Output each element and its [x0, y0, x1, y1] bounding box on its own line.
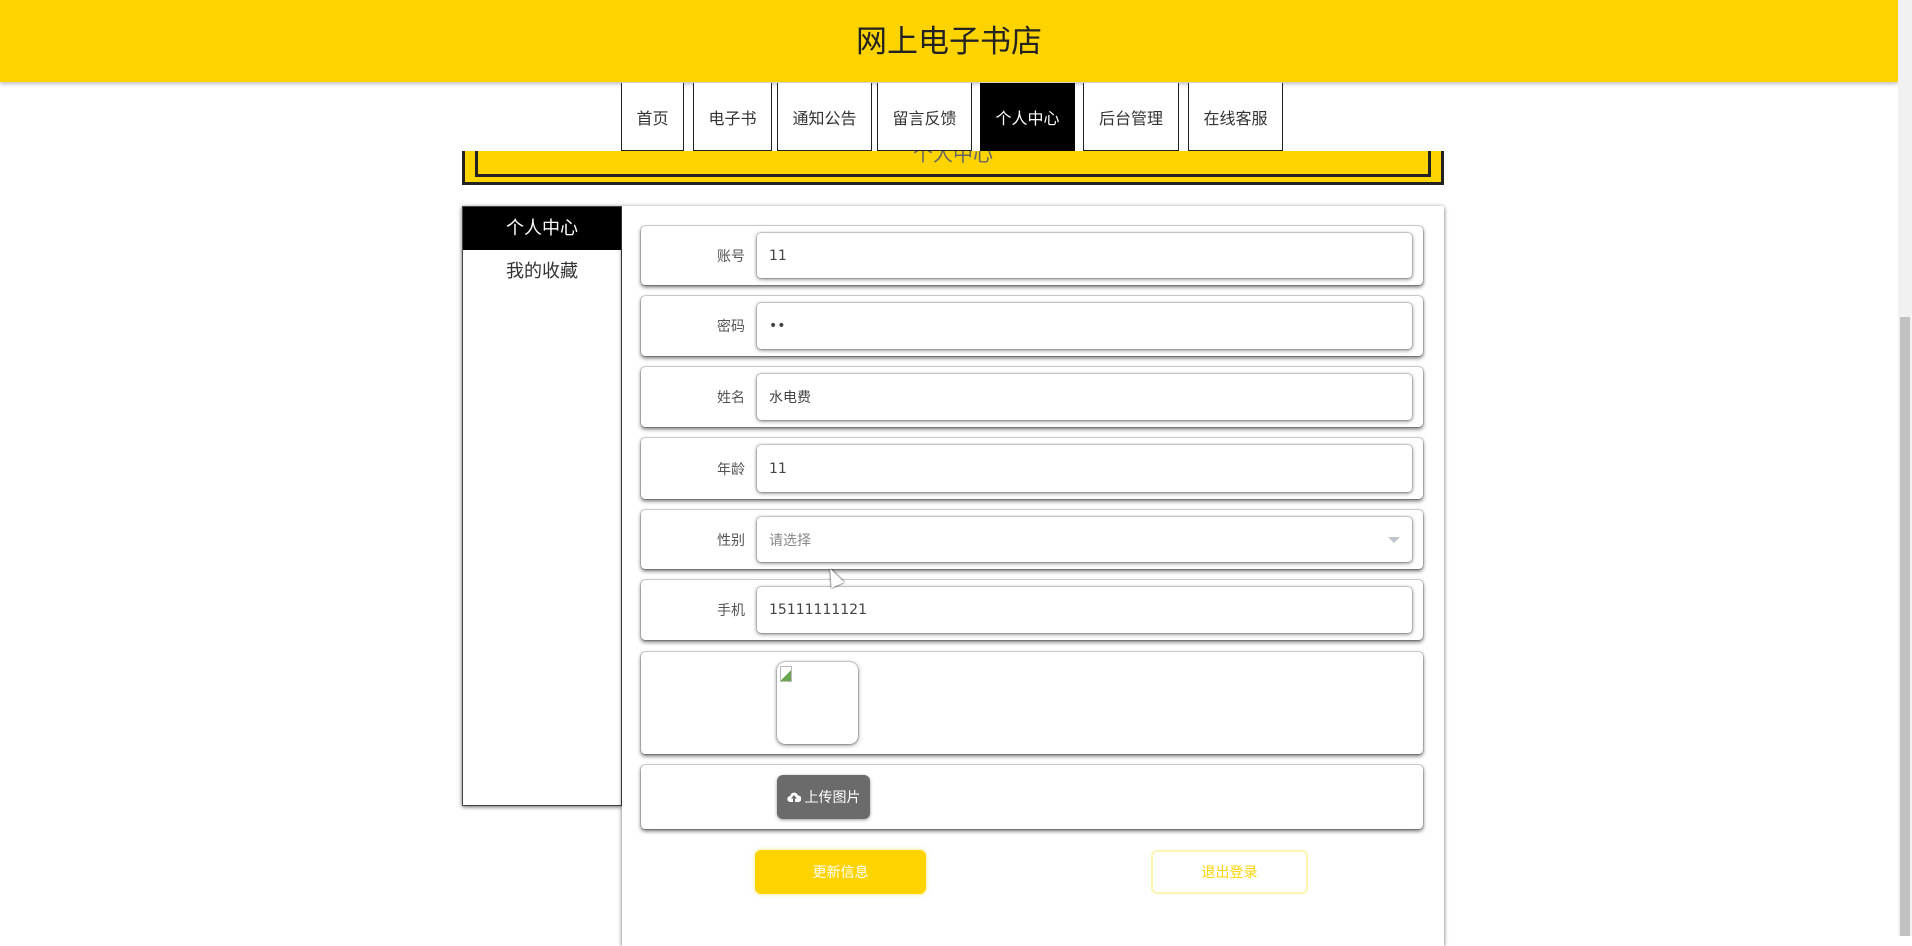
- phone-input[interactable]: 15111111121: [757, 587, 1412, 633]
- account-input[interactable]: 11: [757, 233, 1412, 278]
- password-label: 密码: [717, 319, 745, 335]
- age-row: 年龄 11: [641, 438, 1423, 499]
- chevron-down-icon: [1388, 536, 1400, 543]
- scrollbar-thumb[interactable]: [1900, 317, 1910, 936]
- sidebar-item-favorites[interactable]: 我的收藏: [463, 250, 621, 293]
- nav-admin[interactable]: 后台管理: [1083, 83, 1179, 151]
- nav-home[interactable]: 首页: [621, 83, 684, 151]
- update-info-button[interactable]: 更新信息: [755, 850, 926, 894]
- nav-notices[interactable]: 通知公告: [777, 83, 872, 151]
- page-banner: 个人中心: [462, 151, 1444, 185]
- gender-select[interactable]: 请选择: [757, 517, 1412, 562]
- phone-row: 手机 15111111121: [641, 580, 1423, 640]
- gender-row: 性别 请选择: [641, 510, 1423, 569]
- nav-customer-service[interactable]: 在线客服: [1188, 83, 1283, 151]
- name-input[interactable]: 水电费: [757, 374, 1412, 420]
- phone-label: 手机: [717, 603, 745, 619]
- nav-feedback[interactable]: 留言反馈: [877, 83, 972, 151]
- password-input[interactable]: ••: [757, 303, 1412, 349]
- broken-image-icon: [780, 666, 792, 682]
- sidebar-item-personal-center[interactable]: 个人中心: [463, 207, 621, 250]
- nav-ebooks[interactable]: 电子书: [693, 83, 772, 151]
- account-label: 账号: [717, 248, 745, 265]
- password-row: 密码 ••: [641, 296, 1423, 356]
- logout-button[interactable]: 退出登录: [1151, 850, 1308, 894]
- upload-label: 上传图片: [804, 790, 861, 806]
- gender-placeholder: 请选择: [769, 532, 811, 549]
- upload-row: 上传图片: [641, 765, 1423, 829]
- profile-form: 账号 11 密码 •• 姓名 水电费 年龄 11 性别 请选择 手机 15111…: [622, 206, 1444, 946]
- nav-personal-center[interactable]: 个人中心: [980, 83, 1075, 151]
- upload-image-button[interactable]: 上传图片: [777, 775, 870, 819]
- age-label: 年龄: [717, 461, 745, 478]
- sidebar: 个人中心 我的收藏: [462, 206, 622, 806]
- page-scrollbar[interactable]: [1898, 0, 1912, 936]
- avatar-image: [777, 662, 858, 744]
- avatar-row: [641, 652, 1423, 754]
- banner-title: 个人中心: [913, 151, 993, 166]
- gender-label: 性别: [717, 532, 745, 549]
- age-input[interactable]: 11: [757, 445, 1412, 492]
- account-row: 账号 11: [641, 226, 1423, 285]
- name-row: 姓名 水电费: [641, 367, 1423, 427]
- site-header: 网上电子书店: [0, 0, 1898, 82]
- site-title: 网上电子书店: [856, 24, 1042, 60]
- cloud-upload-icon: [786, 792, 801, 803]
- name-label: 姓名: [717, 390, 745, 406]
